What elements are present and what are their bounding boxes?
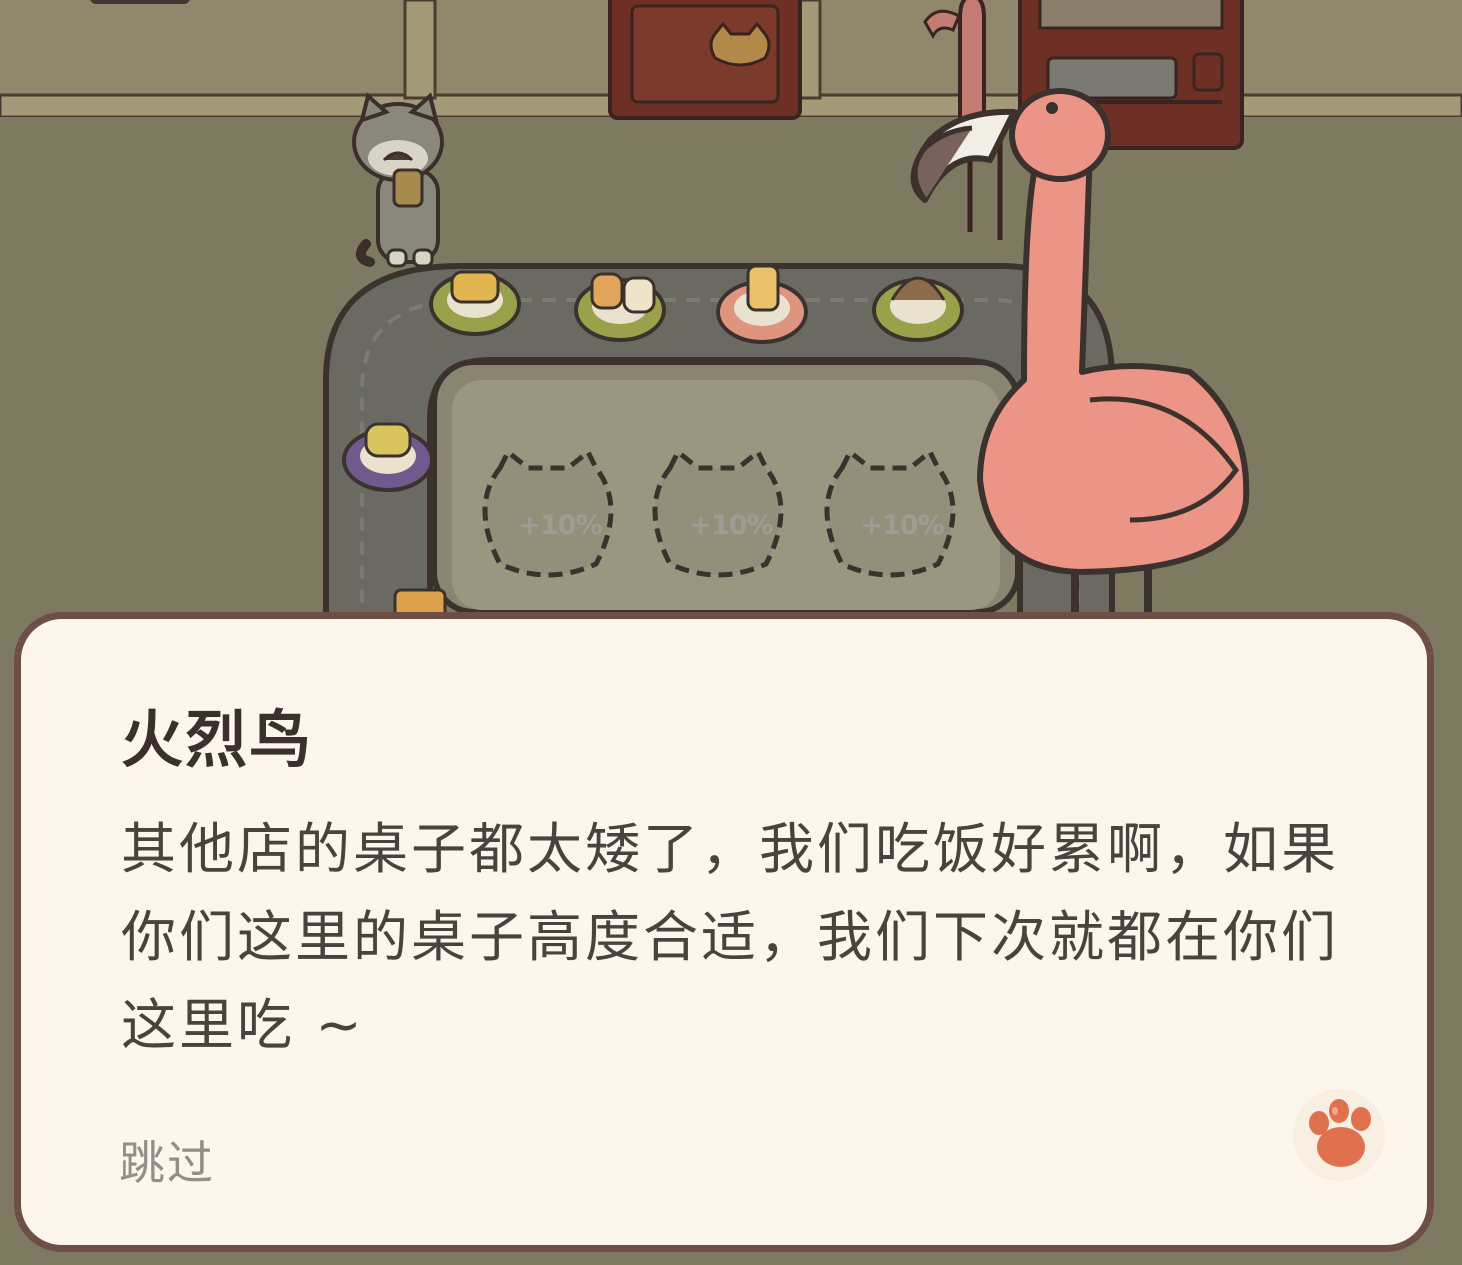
cabinet	[608, 0, 802, 120]
next-button[interactable]	[1289, 1085, 1389, 1185]
skip-button[interactable]: 跳过	[119, 1127, 215, 1193]
speaker-name: 火烈鸟	[121, 703, 314, 776]
seat-bonus-label: +10%	[860, 510, 944, 541]
dialog-panel[interactable]: 火烈鸟 其他店的桌子都太矮了，我们吃饭好累啊，如果你们这里的桌子高度合适，我们下…	[14, 612, 1434, 1252]
paw-icon	[1293, 1089, 1385, 1181]
plate-4	[872, 276, 964, 342]
plate-1	[429, 270, 521, 336]
seat-bonus-label: +10%	[689, 510, 773, 541]
seat-bonus-label: +10%	[518, 510, 602, 541]
dialog-text: 其他店的桌子都太矮了，我们吃饭好累啊，如果你们这里的桌子高度合适，我们下次就都在…	[121, 817, 1340, 1057]
